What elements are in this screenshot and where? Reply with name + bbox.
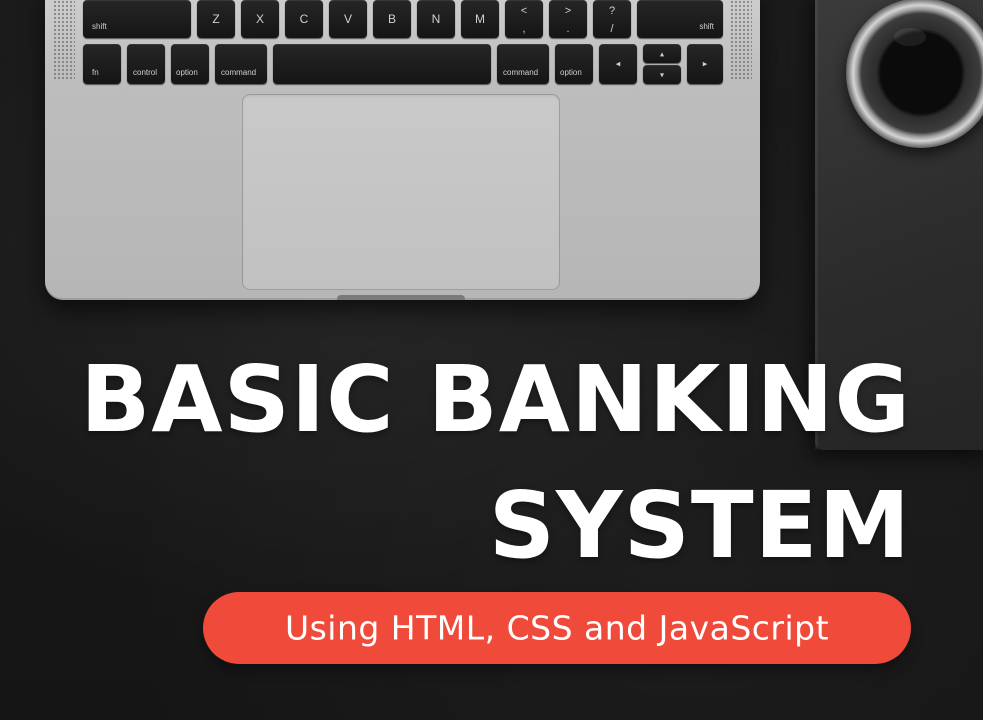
key-label: C xyxy=(299,12,309,26)
key-arrow-down: ▾ xyxy=(643,65,681,84)
key-label: option xyxy=(560,68,582,77)
key-period: > . xyxy=(549,0,587,38)
laptop-image: shift Z X C V B N M < , > . ? / shift fn… xyxy=(45,0,760,300)
key-z: Z xyxy=(197,0,235,38)
key-label: command xyxy=(503,68,539,77)
key-control: control xyxy=(127,44,165,84)
subtitle-text: Using HTML, CSS and JavaScript xyxy=(284,608,830,648)
key-label: B xyxy=(387,12,397,26)
key-label: shift xyxy=(92,22,107,31)
key-label: X xyxy=(255,12,265,26)
key-label: fn xyxy=(92,68,99,77)
key-m: M xyxy=(461,0,499,38)
key-n: N xyxy=(417,0,455,38)
key-arrow-up: ▴ xyxy=(643,44,681,63)
key-label-bottom: . xyxy=(566,23,570,35)
key-label: V xyxy=(343,12,353,26)
key-comma: < , xyxy=(505,0,543,38)
key-label: ▴ xyxy=(659,49,665,58)
key-command-right: command xyxy=(497,44,549,84)
speaker-grill-left xyxy=(53,0,75,80)
key-label-top: ? xyxy=(608,5,616,17)
subtitle-pill: Using HTML, CSS and JavaScript xyxy=(203,592,911,664)
laptop-notch xyxy=(337,295,465,300)
key-arrow-left: ◂ xyxy=(599,44,637,84)
title-line-1: BASIC BANKING xyxy=(80,346,911,453)
key-label-top: < xyxy=(520,5,528,17)
title-line-2: SYSTEM xyxy=(488,472,911,579)
key-label: ▾ xyxy=(659,70,665,79)
key-label: control xyxy=(133,68,158,77)
key-label-bottom: , xyxy=(522,23,526,35)
key-label: M xyxy=(475,12,485,26)
key-x: X xyxy=(241,0,279,38)
key-option-left: option xyxy=(171,44,209,84)
key-fn: fn xyxy=(83,44,121,84)
key-c: C xyxy=(285,0,323,38)
key-label: shift xyxy=(699,22,714,31)
trackpad xyxy=(242,94,560,290)
key-label: ▸ xyxy=(702,58,708,69)
key-label: option xyxy=(176,68,198,77)
key-shift-right: shift xyxy=(637,0,723,38)
key-label: N xyxy=(431,12,441,26)
key-arrow-right: ▸ xyxy=(687,44,723,84)
key-shift-left: shift xyxy=(83,0,191,38)
key-v: V xyxy=(329,0,367,38)
speaker-grill-right xyxy=(730,0,752,80)
key-b: B xyxy=(373,0,411,38)
key-label-bottom: / xyxy=(610,23,614,35)
key-space xyxy=(273,44,491,84)
key-label: Z xyxy=(212,12,220,26)
key-label-top: > xyxy=(564,5,572,17)
key-command-left: command xyxy=(215,44,267,84)
key-option-right: option xyxy=(555,44,593,84)
key-slash: ? / xyxy=(593,0,631,38)
keyboard: shift Z X C V B N M < , > . ? / shift fn… xyxy=(83,0,723,88)
key-label: ◂ xyxy=(615,58,621,69)
key-label: command xyxy=(221,68,257,77)
